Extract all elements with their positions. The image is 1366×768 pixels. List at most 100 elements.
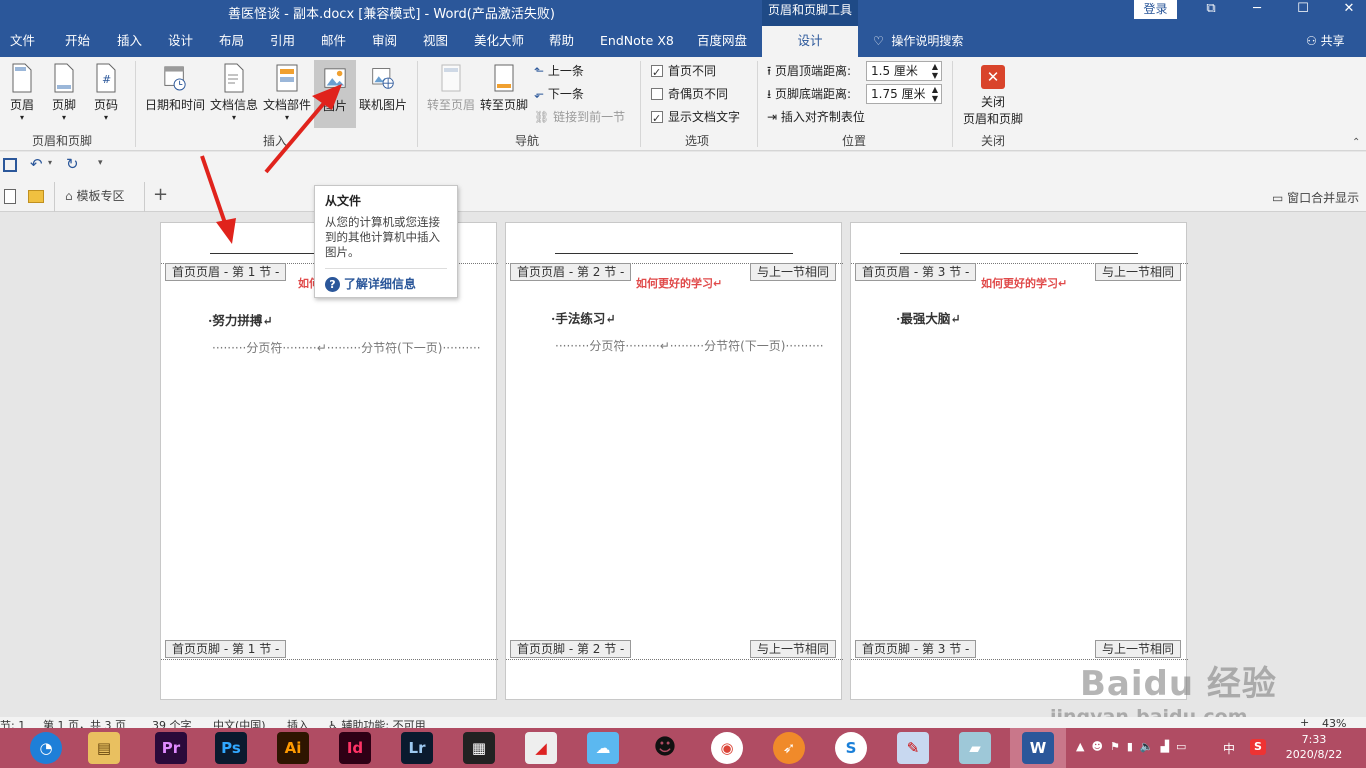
person-icon: ⚇ [1306, 34, 1317, 48]
tab-file[interactable]: 文件 [10, 26, 35, 57]
tell-me-search[interactable]: ♡ 操作说明搜索 [873, 26, 963, 57]
tab-baidu-netdisk[interactable]: 百度网盘 [697, 26, 747, 57]
body-text[interactable]: ·努力拼搏↵ [208, 310, 273, 329]
datetime-button[interactable]: 日期和时间 [145, 63, 205, 113]
file-explorer-icon[interactable]: ▤ [88, 732, 120, 764]
chrome-icon[interactable]: ◉ [711, 732, 743, 764]
fox-app-icon[interactable]: ➶ [773, 732, 805, 764]
close-hf-button[interactable]: ✕ 关闭 页眉和页脚 [960, 63, 1026, 127]
clock[interactable]: 7:33 2020/8/22 [1282, 732, 1346, 762]
save-icon[interactable] [3, 158, 17, 172]
cloud-app-icon[interactable]: ☁ [587, 732, 619, 764]
merge-window-button[interactable]: ▭ 窗口合并显示 [1272, 189, 1359, 206]
footer-button[interactable]: 页脚 ▾ [50, 63, 78, 122]
ime-indicator[interactable]: 中 [1223, 740, 1235, 757]
tab-hf-design[interactable]: 设计 [762, 26, 858, 57]
body-text[interactable]: ·手法练习↵ [551, 308, 616, 327]
goto-header-button[interactable]: 转至页眉 [426, 63, 476, 113]
template-zone-tab[interactable]: ⌂ 模板专区 [54, 182, 145, 212]
tray-flag-icon[interactable]: ⚑ [1110, 740, 1120, 753]
login-button[interactable]: 登录 [1134, 0, 1177, 19]
insert-align-tab-button[interactable]: ⇥ 插入对齐制表位 [767, 107, 865, 127]
word-task-button[interactable]: W [1010, 728, 1066, 768]
tab-endnote[interactable]: EndNote X8 [600, 26, 674, 57]
group-label-position: 位置 [842, 134, 867, 148]
spinner-arrows-icon[interactable]: ▲ ▼ [932, 62, 938, 80]
indesign-icon[interactable]: Id [339, 732, 371, 764]
undo-icon[interactable]: ↶ [30, 155, 43, 173]
notebook-icon[interactable]: ▰ [959, 732, 991, 764]
tab-mailings[interactable]: 邮件 [321, 26, 346, 57]
collapse-ribbon-icon[interactable]: ⌃ [1352, 137, 1360, 148]
tab-review[interactable]: 审阅 [372, 26, 397, 57]
illustrator-icon[interactable]: Ai [277, 732, 309, 764]
group-label-options: 选项 [685, 134, 710, 148]
window-title: 善医怪谈 - 副本.docx [兼容模式] - Word(产品激活失败) [228, 7, 555, 22]
lightbulb-icon: ♡ [873, 34, 884, 48]
same-as-previous-tag: 与上一节相同 [750, 263, 837, 281]
odd-even-diff-checkbox[interactable]: 奇偶页不同 [651, 84, 728, 104]
dictionary-icon[interactable]: ✎ [897, 732, 929, 764]
tooltip-title: 从文件 [325, 194, 362, 208]
tray-icons: ▲ ☻ ⚑ ▮ 🔈 ▟ ▭ [1076, 740, 1186, 753]
taskbar: ◔ ▤ Pr Ps Ai Id Lr ▦ ◢ ☁ ☻ ◉ ➶ S ✎ ▰ W ▲… [0, 728, 1366, 768]
picture-button[interactable]: 图片 [314, 60, 356, 128]
undo-dropdown-icon[interactable]: ▾ [48, 158, 52, 167]
quickparts-button[interactable]: 文档部件 ▾ [262, 63, 312, 122]
close-line2: 页眉和页脚 [962, 112, 1023, 126]
browser-q-icon[interactable]: ◔ [30, 732, 62, 764]
maximize-button[interactable]: ☐ [1288, 0, 1318, 20]
tray-action-icon[interactable]: ▭ [1176, 740, 1186, 753]
tab-layout[interactable]: 布局 [219, 26, 244, 57]
video-editor-icon[interactable]: ▦ [463, 732, 495, 764]
tab-help[interactable]: 帮助 [549, 26, 574, 57]
show-doc-text-checkbox[interactable]: 显示文档文字 [651, 107, 740, 129]
footer-bottom-distance-input[interactable]: 1.75 厘米 ▲ ▼ [866, 84, 942, 104]
close-window-button[interactable]: ✕ [1334, 0, 1364, 20]
photoshop-icon[interactable]: Ps [215, 732, 247, 764]
minimize-button[interactable]: ─ [1242, 0, 1272, 20]
docinfo-button[interactable]: 文档信息 ▾ [209, 63, 259, 122]
tab-references[interactable]: 引用 [270, 26, 295, 57]
page-number-button[interactable]: # 页码 ▾ [92, 63, 120, 122]
tab-home[interactable]: 开始 [65, 26, 90, 57]
qq-icon[interactable]: ☻ [649, 732, 681, 764]
group-separator [135, 61, 136, 147]
tray-expand-icon[interactable]: ▲ [1076, 740, 1084, 753]
body-text[interactable]: ·最强大脑↵ [896, 308, 961, 327]
learn-more-link[interactable]: 了解详细信息 [344, 277, 416, 291]
premiere-icon[interactable]: Pr [155, 732, 187, 764]
page-2[interactable]: 首页页眉 - 第 2 节 - 与上一节相同 如何更好的学习↵ ·手法练习↵ ··… [505, 222, 843, 700]
tab-beautify[interactable]: 美化大师 [474, 26, 524, 57]
customize-qat-icon[interactable]: ▾ [98, 158, 103, 168]
folder-icon[interactable] [28, 190, 44, 203]
spinner-arrows-icon[interactable]: ▲ ▼ [932, 85, 938, 103]
prev-button[interactable]: ⬑ 上一条 [534, 61, 584, 81]
next-button[interactable]: ⬐ 下一条 [534, 84, 584, 104]
header-button[interactable]: 页眉 ▾ [8, 63, 36, 122]
first-page-diff-checkbox[interactable]: 首页不同 [651, 61, 716, 83]
tab-view[interactable]: 视图 [423, 26, 448, 57]
redo-icon[interactable]: ↻ [66, 155, 79, 173]
next-label: 下一条 [547, 87, 584, 101]
new-doc-icon[interactable] [4, 189, 16, 204]
sogou-ime-icon[interactable]: S [1250, 739, 1266, 755]
share-button[interactable]: ⚇ 共享 [1306, 26, 1345, 57]
footer-bottom-text: 页脚底端距离: [775, 87, 852, 101]
header-top-distance-input[interactable]: 1.5 厘米 ▲ ▼ [866, 61, 942, 81]
tab-design-main[interactable]: 设计 [168, 26, 193, 57]
tab-insert[interactable]: 插入 [117, 26, 142, 57]
sogou-s-icon[interactable]: S [835, 732, 867, 764]
online-picture-button[interactable]: 联机图片 [357, 63, 409, 113]
tray-qq-icon[interactable]: ☻ [1091, 740, 1102, 753]
lightroom-icon[interactable]: Lr [401, 732, 433, 764]
ribbon-display-icon[interactable]: ⧉ [1196, 0, 1226, 20]
add-tab-icon[interactable]: + [153, 184, 168, 205]
tray-network-icon[interactable]: ▟ [1161, 740, 1169, 753]
goto-footer-button[interactable]: 转至页脚 [479, 63, 529, 113]
tray-volume-icon[interactable]: 🔈 [1140, 740, 1154, 753]
link-prev-button[interactable]: ⛓ 链接到前一节 [534, 107, 625, 127]
tray-battery-icon[interactable]: ▮ [1127, 740, 1133, 753]
tooltip-learn-more[interactable]: ? 了解详细信息 [325, 268, 447, 292]
green-red-app-icon[interactable]: ◢ [525, 732, 557, 764]
